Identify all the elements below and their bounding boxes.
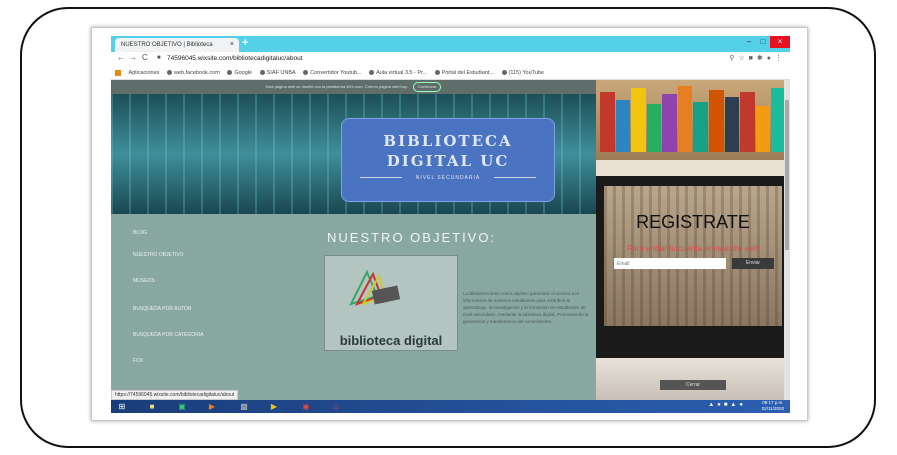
browser-tab[interactable]: NUESTRO OBJETIVO | Biblioteca × (115, 38, 239, 52)
wix-banner: Esta página web se diseñó con la platafo… (111, 80, 596, 94)
objective-description: La Biblioteca tiene como objetivo garant… (463, 291, 589, 324)
status-url: https://74596045.wixsite.com/bibliotecad… (111, 390, 239, 400)
media-icon[interactable]: ▶ (205, 401, 219, 412)
send-button[interactable]: Enviar (732, 258, 774, 269)
globe-icon (434, 70, 440, 76)
tab-close-icon[interactable]: × (230, 38, 234, 52)
menu-item-categoria[interactable]: BUSQUEDA POR CATEGORIA (133, 332, 203, 338)
menu-item-objetivo[interactable]: NUESTRO OBJETIVO (133, 252, 184, 258)
globe-icon (166, 70, 172, 76)
menu-item-fox[interactable]: FOX (133, 358, 143, 364)
bookmark-item[interactable]: Aula virtual 3.5 - Pr... (369, 67, 427, 79)
bookmark-item[interactable]: Portal del Estudiant... (434, 67, 494, 79)
header-banner: BIBLIOTECA DIGITAL UC NIVEL SECUNDARIA (111, 94, 596, 214)
laptop-screen: REGISTRATE Para entrar tu cuenta en nues… (604, 186, 782, 326)
bookmark-item[interactable]: Convertidor Youtub... (303, 67, 362, 79)
back-button[interactable]: ← (117, 53, 125, 62)
web-page: Esta página web se diseñó con la platafo… (111, 80, 596, 400)
tab-title: NUESTRO OBJETIVO | Biblioteca (121, 42, 213, 48)
menu-item-autor[interactable]: BUSQUEDA POR AUTOR (133, 306, 192, 312)
menu-item-museos[interactable]: MUSEOS (133, 278, 155, 284)
globe-icon (259, 70, 265, 76)
globe-icon (303, 70, 309, 76)
scrollbar-thumb[interactable] (785, 100, 789, 250)
system-tray-icons[interactable]: ▲●■▲● (708, 402, 746, 408)
chrome-icon[interactable]: ◉ (299, 401, 313, 412)
excel-icon[interactable]: ▣ (175, 401, 189, 412)
email-field[interactable] (614, 258, 726, 269)
wix-banner-text: Esta página web se diseñó con la platafo… (265, 84, 408, 89)
video-icon[interactable]: ▶ (267, 401, 281, 412)
url-field[interactable]: 74596045.wixsite.com/bibliotecadigitaluc… (167, 55, 303, 62)
extension-icons[interactable]: ⚲☆■✱●⋮ (729, 54, 786, 62)
close-window-button[interactable]: × (770, 36, 790, 48)
site-subtitle: NIVEL SECUNDARIA (415, 175, 481, 181)
bookmark-item[interactable]: (115) YouTube (501, 67, 544, 79)
tab-strip: NUESTRO OBJETIVO | Biblioteca × + – □ × (111, 36, 790, 52)
globe-icon (369, 70, 375, 76)
register-subtitle: Para entrar tu cuenta en nuestra web (626, 244, 760, 253)
maximize-button[interactable]: □ (756, 36, 770, 48)
close-popup-button[interactable]: Cerrar (660, 380, 726, 390)
apps-grid-icon[interactable] (115, 69, 121, 76)
clock-date: 02/11/2020 (761, 406, 784, 411)
book-keyboard-icon (349, 269, 401, 306)
paint-icon[interactable]: ▩ (237, 401, 251, 412)
lock-icon: ■ (157, 55, 161, 61)
bookshelf-image (596, 80, 790, 160)
laptop-image: REGISTRATE Para entrar tu cuenta en nues… (596, 176, 790, 358)
books-row (600, 84, 786, 152)
desktop-screen: NUESTRO OBJETIVO | Biblioteca × + – □ × … (111, 36, 790, 413)
windows-taskbar: ⊞ ■ ▣ ▶ ▩ ▶ ◉ ♨ ▲●■▲● 09:17 p.m. 02/11/2… (111, 400, 790, 413)
globe-icon (227, 70, 233, 76)
minimize-button[interactable]: – (742, 36, 756, 48)
logo-text: biblioteca digital (339, 333, 443, 348)
java-icon[interactable]: ♨ (329, 401, 343, 412)
page-title: NUESTRO OBJETIVO: (327, 230, 497, 245)
window-controls: – □ × (742, 36, 790, 50)
scrollbar[interactable] (784, 80, 790, 400)
file-explorer-icon[interactable]: ■ (145, 401, 159, 412)
site-title-line1: BIBLIOTECA (383, 132, 513, 150)
bookmark-item[interactable]: SIAF UNBA (259, 67, 296, 79)
library-logo: biblioteca digital (324, 255, 458, 351)
menu-item-blog[interactable]: BLOG (133, 230, 147, 236)
reload-button[interactable]: C (142, 53, 148, 62)
system-clock[interactable]: 09:17 p.m. 02/11/2020 (762, 400, 784, 412)
globe-icon (501, 70, 507, 76)
bookmarks-bar: Aplicaciones web.facebook.com Google SIA… (111, 67, 790, 80)
windows-start-icon[interactable]: ⊞ (115, 401, 129, 412)
divider (494, 177, 536, 178)
register-popup: REGISTRATE Para entrar tu cuenta en nues… (596, 80, 790, 400)
address-bar: ← → C ■ 74596045.wixsite.com/bibliotecad… (111, 52, 790, 68)
register-title: REGISTRATE (636, 212, 750, 232)
laptop-keyboard (596, 358, 790, 400)
bookmark-item[interactable]: Google (227, 67, 252, 79)
bookmark-item[interactable]: web.facebook.com (166, 67, 220, 79)
bookmark-item[interactable]: Aplicaciones (129, 67, 160, 79)
site-title-line2: DIGITAL UC (386, 152, 510, 170)
new-tab-button[interactable]: + (242, 37, 248, 49)
site-title-box: BIBLIOTECA DIGITAL UC NIVEL SECUNDARIA (341, 118, 555, 202)
forward-button[interactable]: → (129, 53, 137, 62)
wix-start-button[interactable]: Comenzar (412, 82, 442, 92)
